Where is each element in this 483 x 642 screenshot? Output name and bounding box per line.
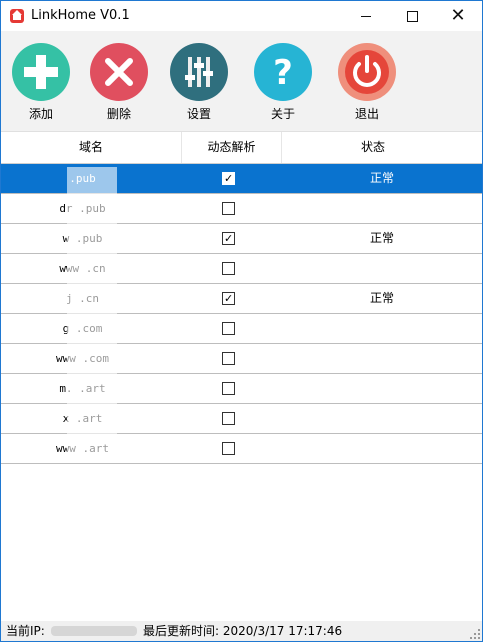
current-ip-value-blurred [51, 626, 137, 636]
home-icon [10, 9, 24, 23]
table-row[interactable]: w .pub 正常 [1, 224, 482, 254]
last-update-time: 最后更新时间: 2020/3/17 17:17:46 [143, 624, 343, 638]
close-icon: ✕ [450, 5, 466, 26]
domain-cell: g .com [62, 322, 103, 335]
domain-cell: .pub [69, 172, 96, 185]
exit-label: 退出 [354, 107, 379, 121]
domain-cell: www .art [56, 442, 109, 455]
table-row[interactable]: j .cn 正常 [1, 284, 482, 314]
maximize-icon [406, 10, 418, 22]
domain-cell: dr .pub [59, 202, 106, 215]
title-bar[interactable]: LinkHome V0.1 ✕ [1, 1, 482, 31]
column-header-status[interactable]: 状态 [282, 132, 464, 163]
table-row[interactable]: www .art [1, 434, 482, 464]
window-title: LinkHome V0.1 [31, 8, 130, 23]
domain-cell: m. .art [59, 382, 106, 395]
status-cell [282, 434, 482, 463]
dynamic-resolve-checkbox[interactable] [222, 164, 235, 193]
status-cell [282, 314, 482, 343]
about-button[interactable]: ? 关于 [251, 43, 315, 122]
resize-grip[interactable] [470, 629, 480, 639]
status-cell: 正常 [369, 171, 394, 185]
add-button[interactable]: 添加 [9, 43, 73, 122]
status-bar: 当前IP: 最后更新时间: 2020/3/17 17:17:46 [1, 621, 482, 641]
domain-cell: j .cn [65, 292, 100, 305]
status-cell [282, 374, 482, 403]
dynamic-resolve-checkbox[interactable] [222, 382, 235, 395]
table-header: 域名 动态解析 状态 [1, 132, 482, 164]
domain-cell: www .cn [59, 262, 106, 275]
plus-icon [12, 43, 70, 101]
status-cell [282, 254, 482, 283]
svg-text:?: ? [273, 53, 293, 93]
dynamic-resolve-checkbox[interactable] [222, 322, 235, 335]
domain-cell: x .art [62, 412, 103, 425]
settings-label: 设置 [186, 107, 211, 121]
app-window: LinkHome V0.1 ✕ 添加 删除 设置 ? 关于 退出 域名 动态解析… [0, 0, 483, 642]
question-icon: ? [254, 43, 312, 101]
add-label: 添加 [28, 107, 53, 121]
table-row[interactable]: g .com [1, 314, 482, 344]
table-row[interactable]: dr .pub [1, 194, 482, 224]
status-cell [282, 194, 482, 223]
dynamic-resolve-checkbox[interactable] [222, 284, 235, 313]
sliders-icon [170, 43, 228, 101]
table-row[interactable]: .pub 正常 [1, 164, 482, 194]
table-row[interactable]: www .cn [1, 254, 482, 284]
column-header-dynamic[interactable]: 动态解析 [182, 132, 282, 163]
delete-button[interactable]: 删除 [87, 43, 151, 122]
delete-label: 删除 [106, 107, 131, 121]
exit-button[interactable]: 退出 [335, 43, 399, 122]
x-icon [90, 43, 148, 101]
dynamic-resolve-checkbox[interactable] [222, 224, 235, 253]
table-body: .pub 正常 dr .pub w .pub 正常 www .cn j .cn 正常 g .co… [1, 164, 482, 464]
domain-cell: www .com [56, 352, 109, 365]
status-cell: 正常 [369, 291, 394, 305]
current-ip-label: 当前IP: [6, 624, 45, 638]
column-header-domain[interactable]: 域名 [1, 132, 182, 163]
table-row[interactable]: m. .art [1, 374, 482, 404]
status-cell: 正常 [369, 231, 394, 245]
dynamic-resolve-checkbox[interactable] [222, 262, 235, 275]
domain-cell: w .pub [62, 232, 103, 245]
power-icon [338, 43, 396, 101]
dynamic-resolve-checkbox[interactable] [222, 352, 235, 365]
status-cell [282, 404, 482, 433]
dynamic-resolve-checkbox[interactable] [222, 442, 235, 455]
settings-button[interactable]: 设置 [167, 43, 231, 122]
close-button[interactable]: ✕ [435, 1, 481, 31]
about-label: 关于 [270, 107, 295, 121]
domain-table: 域名 动态解析 状态 .pub 正常 dr .pub w .pub 正常 www .cn j… [1, 132, 482, 464]
toolbar: 添加 删除 设置 ? 关于 退出 [1, 31, 482, 132]
minimize-button[interactable] [343, 1, 389, 31]
table-row[interactable]: x .art [1, 404, 482, 434]
status-cell [282, 344, 482, 373]
minimize-icon [361, 15, 371, 17]
dynamic-resolve-checkbox[interactable] [222, 412, 235, 425]
dynamic-resolve-checkbox[interactable] [222, 202, 235, 215]
maximize-button[interactable] [389, 1, 435, 31]
table-row[interactable]: www .com [1, 344, 482, 374]
